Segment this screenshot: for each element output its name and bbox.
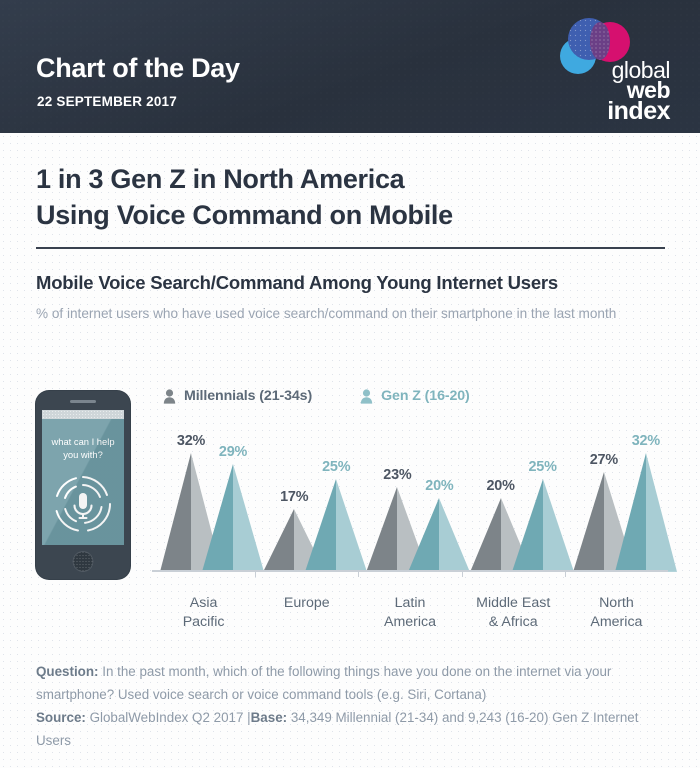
triangle-bar-chart: 32% 29% 17% 25% 23% 20% 20% 25% 27% 32% — [152, 424, 677, 577]
chart-subtitle: % of internet users who have used voice … — [36, 306, 617, 321]
category-label-line: North — [599, 595, 634, 611]
footer-source-text: GlobalWebIndex Q2 2017 — [85, 710, 248, 726]
legend-label-genz: Gen Z (16-20) — [381, 388, 470, 404]
chart-group: 27% 32% — [565, 424, 677, 572]
category-label-line: Pacific — [182, 614, 225, 631]
title-divider — [36, 247, 665, 249]
logo-circle-overlap — [590, 22, 610, 60]
chart-groups: 32% 29% 17% 25% 23% 20% 20% 25% 27% 32% — [152, 424, 677, 572]
smartphone-illustration: what can I help you with? — [36, 391, 130, 579]
infographic-page: Chart of the Day 22 SEPTEMBER 2017 globa… — [0, 0, 700, 768]
category-label: Asia Pacific — [152, 594, 255, 632]
axis-tick — [565, 570, 566, 577]
chart-group: 17% 25% — [255, 424, 368, 572]
person-icon — [360, 388, 373, 404]
page-title-line1: 1 in 3 Gen Z in North America — [36, 164, 405, 194]
category-label-line: & Africa — [488, 614, 538, 631]
axis-tick — [255, 570, 256, 577]
category-label: North America — [565, 594, 668, 632]
bar-value-label: 29% — [218, 444, 248, 461]
bar-value-label: 17% — [280, 488, 309, 505]
header-bar: Chart of the Day 22 SEPTEMBER 2017 globa… — [0, 0, 700, 133]
header-title: Chart of the Day — [36, 53, 240, 83]
phone-statusbar — [42, 410, 124, 419]
axis-tick — [462, 570, 463, 577]
legend-item-millennials: Millennials (21-34s) — [163, 388, 312, 404]
chart-category-labels: Asia Pacific Europe Latin America Middle East… — [152, 594, 668, 632]
category-label-line: Middle East — [476, 595, 551, 611]
category-label-line: America — [590, 614, 643, 631]
logo-text-index: index — [607, 97, 670, 125]
category-label: Middle East & Africa — [462, 594, 565, 632]
axis-tick — [358, 570, 359, 577]
chart-group: 23% 20% — [358, 424, 471, 572]
bar-value-label: 32% — [176, 433, 206, 450]
phone-screen: what can I help you with? — [42, 410, 124, 545]
footer-base-label: Base: — [250, 710, 288, 726]
category-label: Latin America — [358, 594, 461, 632]
bar-value-label: 23% — [383, 466, 412, 483]
legend-item-genz: Gen Z (16-20) — [360, 388, 470, 404]
footer-question-label: Question: — [36, 664, 99, 679]
page-title: 1 in 3 Gen Z in North America Using Voic… — [36, 162, 656, 233]
phone-home-button — [72, 551, 94, 572]
bar-value-label: 27% — [589, 451, 618, 468]
chart-bar-genz: 32% — [614, 424, 677, 572]
footer-notes: Question: In the past month, which of th… — [36, 660, 661, 752]
category-label-line: America — [383, 614, 437, 631]
chart-group: 32% 29% — [152, 424, 264, 572]
footer-question: Question: In the past month, which of th… — [36, 664, 611, 702]
bar-value-label: 32% — [631, 433, 660, 450]
chart-title: Mobile Voice Search/Command Among Young … — [36, 272, 559, 293]
footer-source: Source: GlobalWebIndex Q2 2017 |Base: 34… — [36, 710, 638, 748]
bar-value-label: 20% — [425, 477, 454, 494]
phone-screen-gloss — [42, 419, 124, 545]
bar-value-label: 25% — [322, 459, 351, 476]
header-date: 22 SEPTEMBER 2017 — [37, 94, 177, 109]
person-icon — [163, 388, 176, 404]
bar-value-label: 20% — [486, 477, 515, 494]
chart-legend: Millennials (21-34s) Gen Z (16-20) — [163, 388, 470, 404]
triangle-shape — [614, 453, 677, 572]
legend-label-millennials: Millennials (21-34s) — [184, 388, 313, 404]
category-label: Europe — [255, 594, 358, 632]
phone-speaker-icon — [70, 400, 96, 403]
chart-group: 20% 25% — [462, 424, 574, 572]
category-label-line: Europe — [283, 595, 330, 611]
footer-source-label: Source: — [36, 710, 86, 726]
footer-question-text: In the past month, which of the followin… — [36, 664, 612, 703]
page-title-line2: Using Voice Command on Mobile — [36, 199, 453, 230]
category-label-line: Latin — [394, 595, 426, 611]
bar-value-label: 25% — [528, 459, 557, 476]
globalwebindex-logo: global web index — [552, 18, 672, 124]
chart-axis-line — [152, 570, 668, 572]
category-label-line: Asia — [189, 595, 218, 611]
